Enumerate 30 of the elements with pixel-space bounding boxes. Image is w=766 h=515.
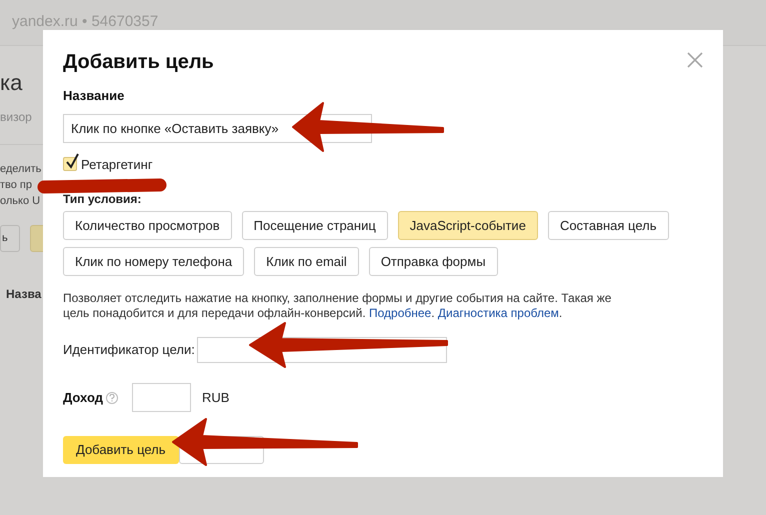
field-label: Доход: [63, 388, 103, 407]
income-field[interactable]: [132, 383, 191, 412]
page-text: олько U: [0, 194, 42, 209]
goal-id-field[interactable]: [196, 337, 447, 363]
page-title: ка: [0, 70, 24, 96]
dialog-title: Добавить цель: [63, 50, 214, 75]
help-link[interactable]: Подробнее: [368, 306, 432, 320]
page-button[interactable]: ь: [0, 225, 20, 252]
column-header: Назва: [5, 286, 42, 303]
page-subtitle: визор: [0, 109, 33, 126]
condition-type-tab[interactable]: JavaScript-событие: [398, 211, 538, 240]
goal-name-field[interactable]: Клик по кнопке «Оставить заявку»: [63, 114, 372, 142]
currency-text: RUB: [202, 388, 230, 407]
condition-type-tab[interactable]: Посещение страниц: [242, 211, 388, 240]
field-label: Название: [63, 87, 126, 105]
field-label: Идентификатор цели:: [63, 341, 195, 360]
condition-type-tab[interactable]: Количество просмотров: [63, 211, 232, 240]
checkbox-label: Ретаргетинг: [81, 156, 153, 174]
close-icon[interactable]: [687, 52, 703, 68]
condition-type-tab[interactable]: Клик по email: [254, 247, 359, 276]
condition-type-tab[interactable]: Составная цель: [548, 211, 669, 240]
condition-type-tab[interactable]: Клик по номеру телефона: [63, 247, 244, 276]
condition-type-tab[interactable]: Отправка формы: [368, 247, 498, 276]
page-text: тво пр: [0, 178, 34, 193]
add-goal-button[interactable]: Добавить цель: [63, 436, 179, 464]
help-icon[interactable]: [106, 392, 118, 404]
field-label: Тип условия:: [63, 192, 142, 206]
help-link[interactable]: Диагностика проблем: [438, 306, 559, 320]
page-text: еделить: [0, 162, 42, 177]
description-text: Позволяет отследить нажатие на кнопку, заполнение формы и другие события на сайте. Такая же цель понадобится и для передачи офлайн-конверсий. Подробнее. Диагностика проблем.: [63, 291, 612, 321]
